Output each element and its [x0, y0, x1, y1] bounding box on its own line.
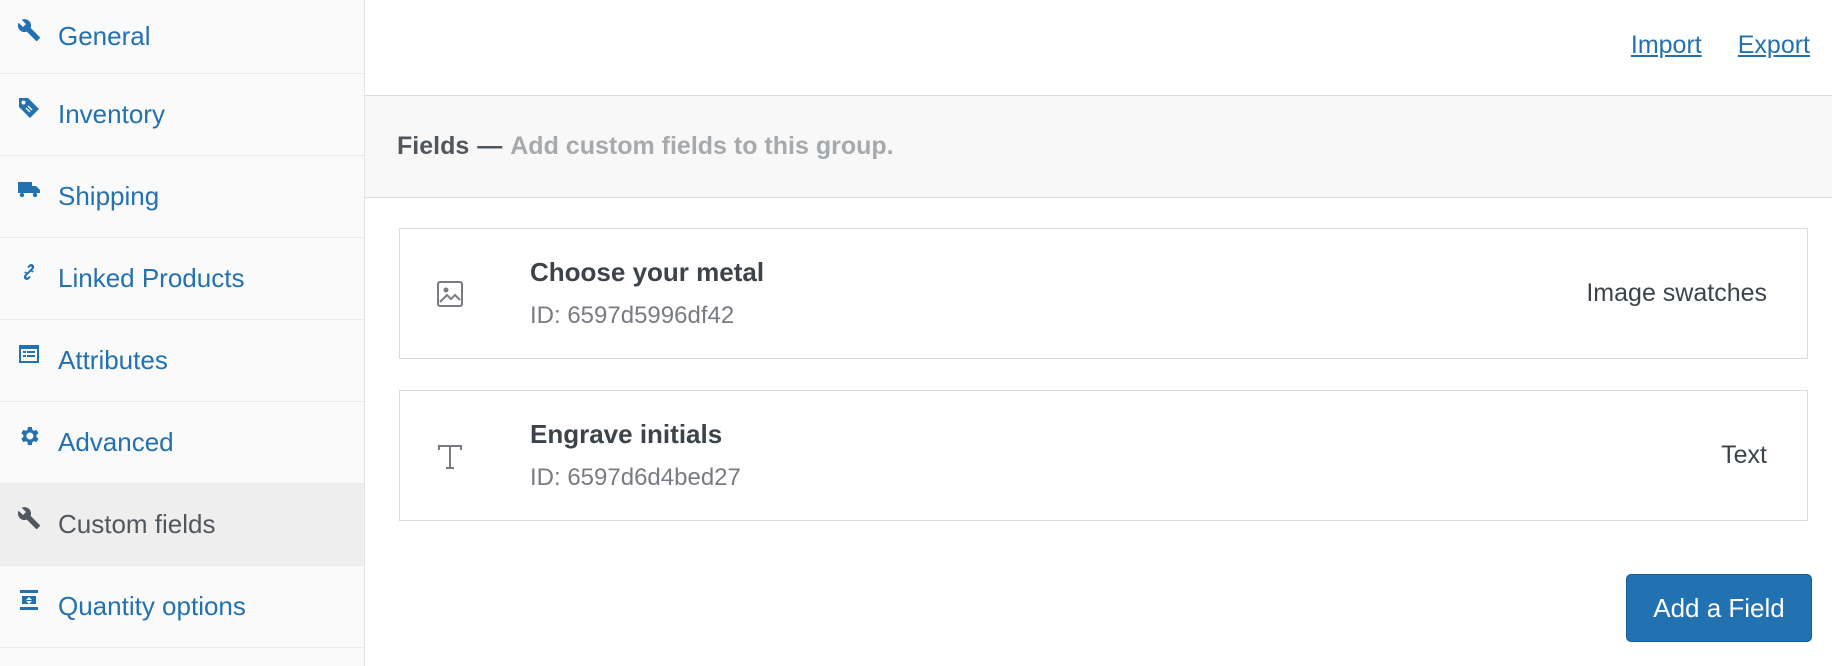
image-icon [437, 280, 463, 307]
toolbar: Import Export [365, 0, 1832, 96]
field-list: Choose your metal ID: 6597d5996df42 Imag… [365, 198, 1832, 521]
wrench-icon [16, 17, 42, 43]
sidebar-item-label: Advanced [58, 427, 174, 457]
sidebar-item-general[interactable]: General [0, 0, 364, 74]
text-type-icon [438, 444, 462, 469]
custom-fields-panel: Import Export Fields — Add custom fields… [365, 0, 1832, 666]
sidebar-item-label: Linked Products [58, 263, 245, 293]
sidebar-item-label: Attributes [58, 345, 168, 375]
sidebar-item-advanced[interactable]: Advanced [0, 402, 364, 484]
field-id: ID: 6597d5996df42 [530, 302, 735, 329]
field-id: ID: 6597d6d4bed27 [530, 464, 741, 491]
sidebar-item-inventory[interactable]: Inventory [0, 74, 364, 156]
product-data-tabs: General Inventory Shipping Linked Produc… [0, 0, 365, 666]
sidebar-item-linked-products[interactable]: Linked Products [0, 238, 364, 320]
field-row[interactable]: Engrave initials ID: 6597d6d4bed27 Text [399, 390, 1808, 521]
fields-separator: — [477, 132, 503, 160]
fields-title: Fields [397, 132, 470, 160]
sidebar-item-label: General [58, 21, 151, 51]
field-type: Text [1721, 441, 1767, 469]
tag-icon [16, 95, 42, 121]
field-name: Engrave initials [530, 419, 723, 449]
add-field-button[interactable]: Add a Field [1626, 574, 1812, 642]
export-link[interactable]: Export [1738, 31, 1810, 60]
sidebar-item-custom-fields[interactable]: Custom fields [0, 484, 364, 566]
sidebar-item-shipping[interactable]: Shipping [0, 156, 364, 238]
list-card-icon [16, 341, 42, 367]
sidebar-item-label: Quantity options [58, 591, 246, 621]
sidebar-item-quantity-options[interactable]: Quantity options [0, 566, 364, 648]
fields-header: Fields — Add custom fields to this group… [365, 96, 1832, 198]
link-icon [16, 259, 42, 285]
sidebar-item-label: Custom fields [58, 509, 216, 539]
field-type: Image swatches [1586, 279, 1767, 307]
field-name: Choose your metal [530, 257, 765, 287]
wrench-icon [16, 505, 42, 531]
truck-icon [16, 177, 42, 203]
app-root: General Inventory Shipping Linked Produc… [0, 0, 1832, 666]
quantity-icon [16, 587, 42, 613]
gear-icon [16, 423, 42, 449]
import-link[interactable]: Import [1631, 31, 1702, 60]
fields-description: Add custom fields to this group. [510, 132, 894, 160]
field-row[interactable]: Choose your metal ID: 6597d5996df42 Imag… [399, 228, 1808, 359]
sidebar-item-attributes[interactable]: Attributes [0, 320, 364, 402]
sidebar-item-label: Inventory [58, 99, 165, 129]
sidebar-item-label: Shipping [58, 181, 160, 211]
